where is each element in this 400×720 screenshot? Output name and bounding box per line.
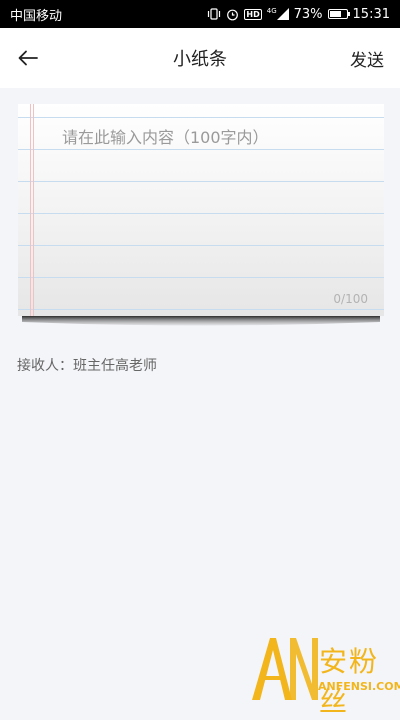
send-button[interactable]: 发送 — [350, 46, 384, 71]
recipient-label: 接收人：班主任高老师 — [17, 358, 157, 374]
battery-icon — [327, 9, 350, 19]
note-paper: 0/100 — [18, 104, 384, 316]
watermark: 安粉丝 ANFENSI.COM — [248, 630, 400, 718]
note-card: 0/100 — [18, 104, 384, 334]
status-bar: 中国移动 HD 4G 73% 15:31 — [0, 0, 400, 28]
vibrate-icon — [207, 8, 221, 20]
carrier-name: 中国移动 — [10, 8, 63, 24]
watermark-en-text: ANFENSI.COM — [318, 680, 400, 693]
alarm-icon — [226, 8, 239, 21]
page-title: 小纸条 — [173, 49, 227, 70]
paper-margin-line — [33, 104, 34, 316]
battery-percent: 73% — [293, 6, 323, 22]
paper-rule-line — [18, 309, 384, 310]
battery-level — [329, 11, 342, 17]
paper-rule-line — [18, 117, 384, 118]
app-header: 小纸条 发送 — [0, 28, 400, 88]
paper-curl-shadow — [22, 316, 380, 326]
status-icons: HD 4G 73% 15:31 — [207, 7, 390, 22]
watermark-logo — [252, 638, 318, 700]
note-input[interactable] — [62, 122, 372, 282]
clock: 15:31 — [352, 6, 390, 22]
hd-icon: HD — [244, 8, 262, 20]
paper-margin-line — [30, 104, 31, 316]
signal-icon: 4G — [266, 6, 289, 20]
network-type: 4G — [266, 6, 277, 15]
arrow-left-icon — [18, 50, 38, 66]
back-button[interactable] — [14, 45, 42, 71]
char-counter: 0/100 — [333, 292, 368, 306]
